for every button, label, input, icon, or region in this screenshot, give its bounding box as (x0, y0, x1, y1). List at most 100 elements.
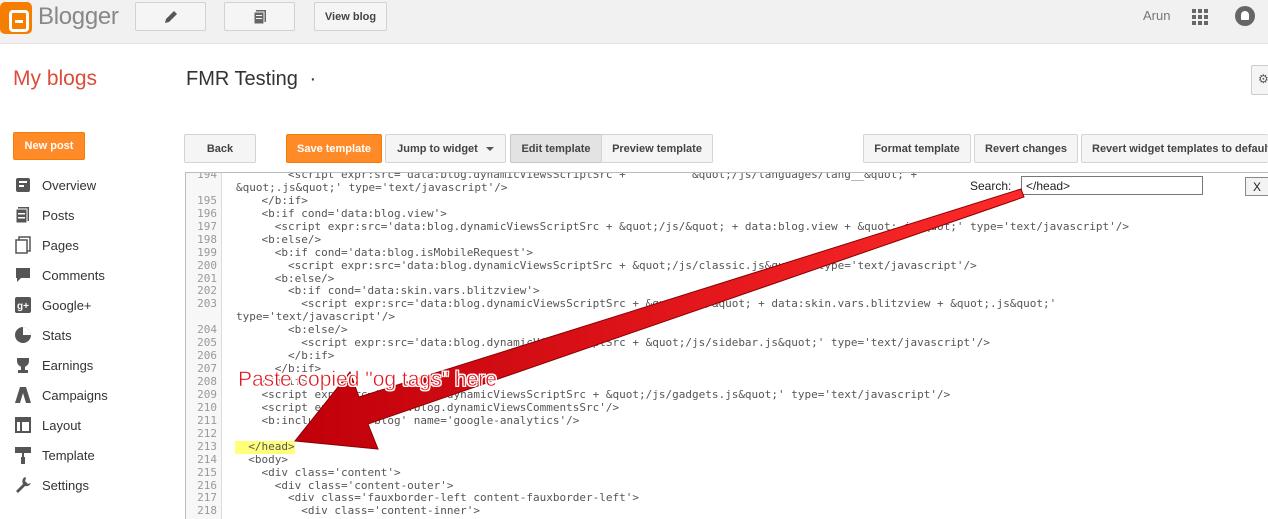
line-number: 200 (197, 258, 217, 272)
brand-name[interactable]: Blogger (38, 3, 119, 31)
sidebar-item-earnings[interactable]: Earnings (13, 350, 163, 380)
sidebar-item-settings[interactable]: Settings (13, 470, 163, 500)
code-line: 215 <div class='content'> (186, 465, 1268, 480)
notifications-bell-icon[interactable] (1235, 6, 1255, 26)
sidebar-item-layout[interactable]: Layout (13, 410, 163, 440)
annotation-text: Paste copied "og tags" here (238, 368, 497, 392)
blog-settings-gear-button[interactable]: ⚙ (1251, 65, 1268, 95)
code-text: <b:if cond='data:blog.isMobileRequest'> (235, 245, 534, 259)
posts-list-button[interactable] (224, 2, 295, 31)
sidebar-item-google-plus[interactable]: g+ Google+ (13, 290, 163, 320)
template-icon (15, 447, 31, 464)
line-number: 212 (197, 426, 217, 440)
blog-title[interactable]: FMR Testing · (186, 68, 316, 91)
jump-to-widget-label: Jump to widget (397, 142, 478, 155)
blogger-logo-icon[interactable] (0, 2, 32, 34)
settings-wrench-icon (16, 477, 31, 493)
line-number: 213 (197, 439, 217, 453)
sidebar-item-posts[interactable]: Posts (13, 200, 163, 230)
code-text: </b:if> (235, 193, 308, 207)
pencil-icon (164, 10, 177, 23)
code-line: 197 <script expr:src='data:blog.dynamicV… (186, 219, 1268, 234)
new-post-pencil-button[interactable] (135, 2, 206, 31)
revert-widget-templates-button[interactable]: Revert widget templates to default (1081, 134, 1268, 163)
gear-icon: ⚙ (1258, 72, 1268, 86)
line-number: 198 (197, 232, 217, 246)
code-text: <b:if cond='data:blog.view'> (235, 206, 447, 220)
line-number: 196 (197, 206, 217, 220)
back-button[interactable]: Back (184, 134, 256, 163)
view-blog-button[interactable]: View blog (314, 2, 387, 31)
save-template-button[interactable]: Save template (286, 134, 382, 163)
code-text: <script expr:src='data:blog.dynamicViews… (235, 336, 990, 350)
sidebar-item-label: Pages (42, 237, 79, 253)
sidebar-item-stats[interactable]: Stats (13, 320, 163, 350)
template-code-editor[interactable]: 194 <script expr:src='data:blog.dynamicV… (185, 172, 1268, 519)
sidebar-item-label: Google+ (42, 297, 92, 313)
code-line: 213 </head> (186, 439, 1268, 454)
line-number: 214 (197, 452, 217, 466)
code-line: type='text/javascript'/> (186, 310, 1268, 324)
overview-icon (16, 178, 30, 192)
new-post-button[interactable]: New post (13, 132, 85, 160)
earnings-icon (17, 358, 29, 373)
sidebar-nav: Overview Posts Pages Comments g+ Google+… (13, 170, 163, 500)
posts-icon (15, 207, 29, 224)
search-close-button[interactable]: X (1245, 177, 1268, 196)
sidebar-item-pages[interactable]: Pages (13, 230, 163, 260)
sidebar-item-comments[interactable]: Comments (13, 260, 163, 290)
code-line: 212 (186, 426, 1268, 441)
sidebar-item-label: Overview (42, 177, 97, 193)
code-text: <b:else/> (235, 232, 322, 246)
pages-icon (15, 236, 31, 254)
line-number: 211 (197, 413, 217, 427)
code-text: <script expr:src='data:blog.dynamicViews… (235, 219, 1130, 233)
edit-template-tab[interactable]: Edit template (510, 134, 602, 163)
editor-search-bar: Search: X (962, 175, 1268, 197)
sidebar-item-label: Template (42, 447, 95, 463)
search-input[interactable] (1021, 176, 1203, 195)
sidebar-item-label: Comments (42, 267, 105, 283)
code-line: 200 <script expr:src='data:blog.dynamicV… (186, 258, 1268, 273)
code-line: 205 <script expr:src='data:blog.dynamicV… (186, 336, 1268, 350)
code-line: 218 <div class='content-inner'> (186, 504, 1268, 518)
apps-grid-icon[interactable] (1192, 9, 1208, 25)
format-template-button[interactable]: Format template (863, 134, 971, 163)
code-text: &quot;.js&quot;' type='text/javascript'/… (236, 180, 508, 194)
line-number (186, 182, 220, 195)
code-line: 214 <body> (186, 452, 1268, 467)
chevron-down-icon (485, 146, 494, 151)
code-line: 198 <b:else/> (186, 232, 1268, 247)
sidebar-item-overview[interactable]: Overview (13, 170, 163, 200)
layout-icon (15, 417, 31, 433)
line-number: 195 (197, 193, 217, 207)
blog-title-text: FMR Testing (186, 68, 298, 90)
code-line: 199 <b:if cond='data:blog.isMobileReques… (186, 245, 1268, 260)
code-lines: 194 <script expr:src='data:blog.dynamicV… (186, 172, 1268, 518)
documents-icon (253, 9, 266, 24)
sidebar-item-label: Campaigns (42, 387, 108, 403)
sidebar-item-label: Earnings (42, 357, 94, 373)
code-line: 196 <b:if cond='data:blog.view'> (186, 206, 1268, 221)
line-number: 194 (197, 172, 217, 181)
line-number: 199 (197, 245, 217, 259)
line-number: 208 (197, 375, 217, 388)
sidebar-item-label: Posts (42, 207, 75, 223)
code-text: <div class='content'> (235, 465, 401, 479)
my-blogs-link[interactable]: My blogs (13, 67, 97, 91)
sidebar-item-template[interactable]: Template (13, 440, 163, 470)
comments-icon (16, 268, 30, 282)
sidebar-item-label: Settings (42, 477, 89, 493)
jump-to-widget-dropdown[interactable]: Jump to widget (385, 134, 506, 163)
sidebar-item-campaigns[interactable]: Campaigns (13, 380, 163, 410)
campaigns-icon (15, 387, 31, 403)
line-number: 209 (197, 387, 217, 401)
revert-changes-button[interactable]: Revert changes (974, 134, 1078, 163)
sidebar-item-label: Layout (42, 417, 82, 433)
stats-icon (15, 327, 31, 343)
preview-template-tab[interactable]: Preview template (601, 134, 713, 163)
user-name[interactable]: Arun (1143, 8, 1170, 23)
code-line: 211 <b:include data='blog' name='google-… (186, 413, 1268, 428)
top-bar: Blogger View blog Arun (0, 0, 1268, 44)
